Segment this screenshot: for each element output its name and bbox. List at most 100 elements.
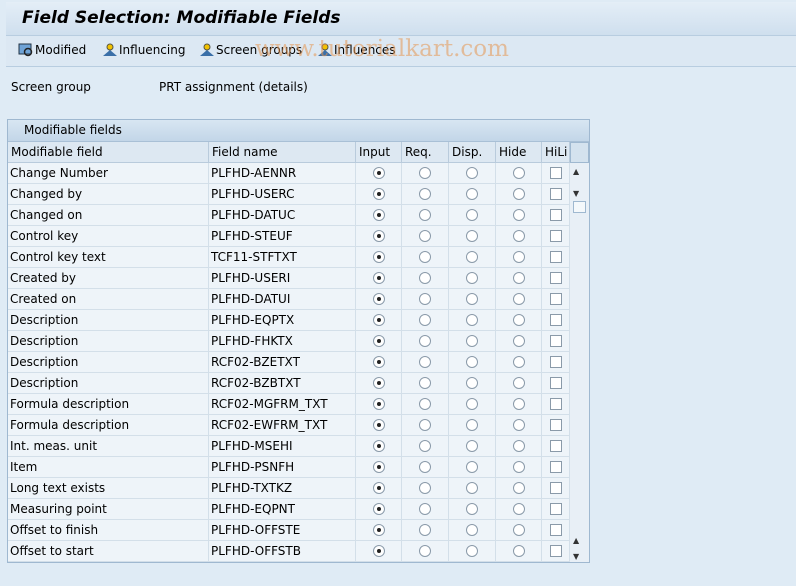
hide-radio[interactable] (512, 398, 525, 410)
hili-checkbox[interactable] (549, 356, 562, 368)
hili-checkbox[interactable] (549, 503, 562, 515)
influences-button[interactable]: Influences (317, 43, 396, 57)
hide-radio[interactable] (512, 482, 525, 494)
hili-checkbox[interactable] (549, 461, 562, 473)
req-radio[interactable] (419, 440, 431, 452)
hili-checkbox[interactable] (549, 545, 562, 557)
input-radio[interactable] (372, 482, 385, 494)
input-radio[interactable] (372, 293, 385, 305)
req-radio[interactable] (419, 272, 431, 284)
req-radio[interactable] (419, 188, 431, 200)
hide-radio[interactable] (512, 335, 525, 347)
col-modifiable-field[interactable]: Modifiable field (8, 142, 209, 163)
hili-checkbox[interactable] (549, 335, 562, 347)
hide-radio[interactable] (512, 209, 525, 221)
hide-radio[interactable] (512, 440, 525, 452)
hili-checkbox[interactable] (549, 293, 562, 305)
input-radio[interactable] (372, 419, 385, 431)
input-radio[interactable] (372, 461, 385, 473)
disp-radio[interactable] (466, 503, 478, 515)
modified-button[interactable]: Modified (18, 43, 86, 57)
influencing-button[interactable]: Influencing (102, 43, 185, 57)
hili-checkbox[interactable] (549, 314, 562, 326)
hili-checkbox[interactable] (549, 230, 562, 242)
scroll-up-icon[interactable]: ▲ (573, 536, 579, 545)
hili-checkbox[interactable] (549, 251, 562, 263)
col-disp[interactable]: Disp. (449, 142, 496, 163)
req-radio[interactable] (419, 314, 431, 326)
req-radio[interactable] (419, 377, 431, 389)
hide-radio[interactable] (512, 272, 525, 284)
hide-radio[interactable] (512, 230, 525, 242)
screen-groups-button[interactable]: Screen groups (199, 43, 302, 57)
hide-radio[interactable] (512, 167, 525, 179)
input-radio[interactable] (372, 440, 385, 452)
input-radio[interactable] (372, 545, 385, 557)
hide-radio[interactable] (512, 545, 525, 557)
disp-radio[interactable] (466, 545, 478, 557)
disp-radio[interactable] (466, 188, 478, 200)
hide-radio[interactable] (512, 419, 525, 431)
req-radio[interactable] (419, 398, 431, 410)
disp-radio[interactable] (466, 314, 478, 326)
col-input[interactable]: Input (356, 142, 402, 163)
input-radio[interactable] (372, 398, 385, 410)
input-radio[interactable] (372, 314, 385, 326)
hili-checkbox[interactable] (549, 524, 562, 536)
req-radio[interactable] (419, 482, 431, 494)
disp-radio[interactable] (466, 167, 478, 179)
disp-radio[interactable] (466, 335, 478, 347)
hide-radio[interactable] (512, 251, 525, 263)
input-radio[interactable] (372, 377, 385, 389)
req-radio[interactable] (419, 335, 431, 347)
disp-radio[interactable] (466, 230, 478, 242)
disp-radio[interactable] (466, 398, 478, 410)
disp-radio[interactable] (466, 209, 478, 221)
disp-radio[interactable] (466, 461, 478, 473)
input-radio[interactable] (372, 167, 385, 179)
hide-radio[interactable] (512, 188, 525, 200)
col-req[interactable]: Req. (402, 142, 449, 163)
disp-radio[interactable] (466, 419, 478, 431)
disp-radio[interactable] (466, 272, 478, 284)
input-radio[interactable] (372, 209, 385, 221)
col-field-name[interactable]: Field name (209, 142, 356, 163)
req-radio[interactable] (419, 293, 431, 305)
disp-radio[interactable] (466, 293, 478, 305)
hide-radio[interactable] (512, 377, 525, 389)
column-settings-button[interactable] (570, 142, 589, 163)
req-radio[interactable] (419, 209, 431, 221)
input-radio[interactable] (372, 524, 385, 536)
input-radio[interactable] (372, 230, 385, 242)
scroll-down-icon[interactable]: ▼ (573, 552, 579, 561)
scroll-up-icon[interactable]: ▲ (573, 167, 579, 176)
input-radio[interactable] (372, 188, 385, 200)
req-radio[interactable] (419, 230, 431, 242)
input-radio[interactable] (372, 272, 385, 284)
hili-checkbox[interactable] (549, 440, 562, 452)
req-radio[interactable] (419, 356, 431, 368)
req-radio[interactable] (419, 251, 431, 263)
input-radio[interactable] (372, 335, 385, 347)
req-radio[interactable] (419, 503, 431, 515)
req-radio[interactable] (419, 545, 431, 557)
disp-radio[interactable] (466, 377, 478, 389)
hili-checkbox[interactable] (549, 419, 562, 431)
req-radio[interactable] (419, 167, 431, 179)
req-radio[interactable] (419, 524, 431, 536)
hide-radio[interactable] (512, 524, 525, 536)
disp-radio[interactable] (466, 251, 478, 263)
scroll-thumb[interactable] (573, 201, 586, 213)
col-hili[interactable]: HiLi (542, 142, 570, 163)
hide-radio[interactable] (512, 314, 525, 326)
disp-radio[interactable] (466, 356, 478, 368)
hili-checkbox[interactable] (549, 482, 562, 494)
hide-radio[interactable] (512, 293, 525, 305)
hide-radio[interactable] (512, 356, 525, 368)
req-radio[interactable] (419, 461, 431, 473)
hili-checkbox[interactable] (549, 209, 562, 221)
col-hide[interactable]: Hide (496, 142, 542, 163)
disp-radio[interactable] (466, 440, 478, 452)
input-radio[interactable] (372, 503, 385, 515)
vertical-scrollbar[interactable]: ▲ ▼ ▲ ▼ (570, 163, 589, 562)
